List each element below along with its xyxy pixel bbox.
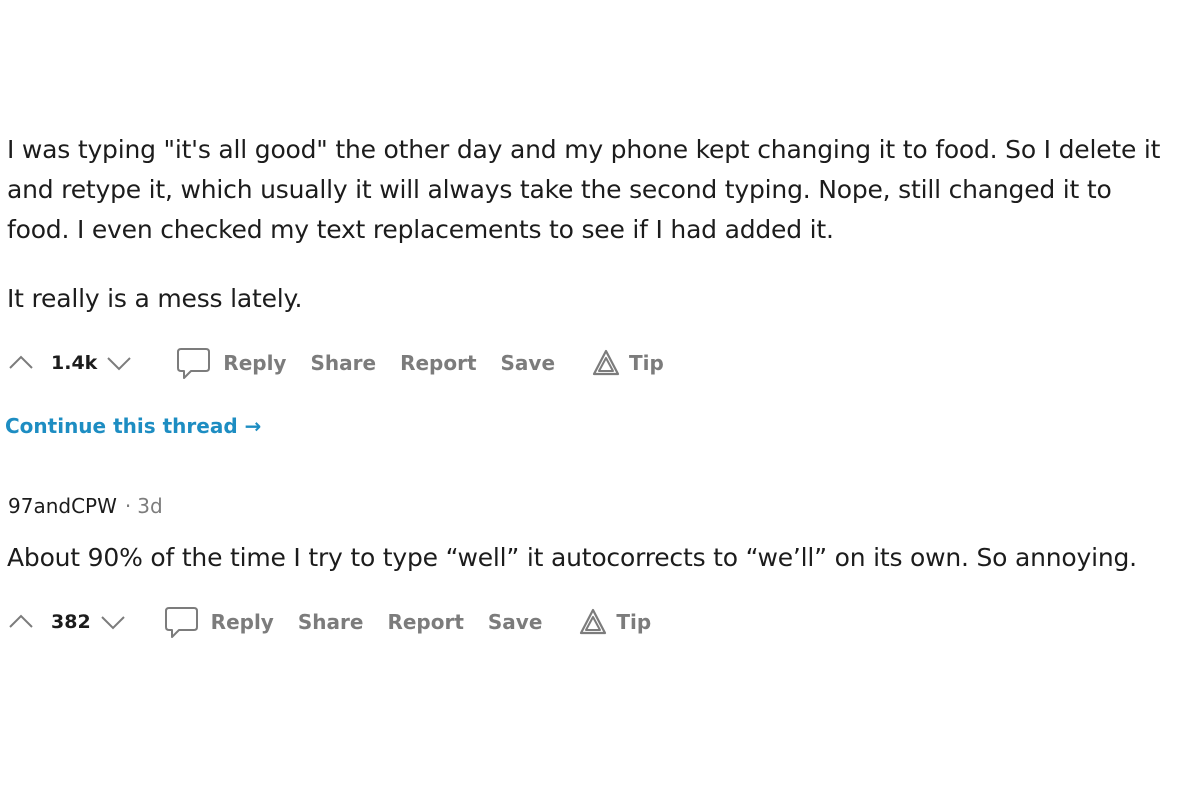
comment-1-paragraph-1: I was typing "it's all good" the other d… [7, 130, 1160, 250]
downvote-icon[interactable] [99, 610, 133, 634]
comment-bubble-icon [175, 344, 213, 382]
continue-thread-link[interactable]: Continue this thread → [5, 414, 261, 438]
tip-button[interactable]: Tip [578, 607, 651, 637]
tip-triangle-icon [591, 348, 621, 378]
upvote-icon[interactable] [7, 351, 41, 375]
comment-author[interactable]: 97andCPW [8, 494, 117, 518]
comment-bubble-icon [163, 603, 201, 641]
share-button[interactable]: Share [310, 351, 376, 375]
vote-score: 1.4k [51, 352, 98, 374]
report-button[interactable]: Report [400, 351, 476, 375]
tip-label: Tip [616, 610, 652, 634]
comment-1-line-1: I was typing "it's all good" the other d… [7, 135, 1161, 164]
vote-score: 382 [51, 611, 91, 633]
report-button[interactable]: Report [387, 610, 463, 634]
comment-2-body: About 90% of the time I try to type “wel… [7, 538, 1137, 578]
save-button[interactable]: Save [501, 351, 556, 375]
reply-label: Reply [210, 610, 274, 634]
comment-1-action-bar: 1.4k Reply Share Report Save Tip [7, 343, 688, 383]
comment-2-meta: 97andCPW · 3d [8, 494, 163, 518]
comment-2-body-text: About 90% of the time I try to type “wel… [7, 543, 1137, 572]
comment-2-action-bar: 382 Reply Share Report Save Tip [7, 602, 675, 642]
share-button[interactable]: Share [298, 610, 364, 634]
save-button[interactable]: Save [488, 610, 543, 634]
tip-triangle-icon [578, 607, 608, 637]
vote-controls: 1.4k [7, 351, 139, 375]
reply-label: Reply [223, 351, 287, 375]
tip-label: Tip [629, 351, 664, 375]
meta-separator: · [124, 494, 132, 518]
reply-button[interactable]: Reply [163, 603, 274, 641]
comment-1-line-3: food. I even checked my text replacement… [7, 215, 834, 244]
upvote-icon[interactable] [7, 610, 41, 634]
downvote-icon[interactable] [105, 351, 139, 375]
reply-button[interactable]: Reply [175, 344, 286, 382]
comment-age[interactable]: 3d [137, 494, 162, 518]
comment-1-paragraph-2: It really is a mess lately. [7, 279, 302, 319]
tip-button[interactable]: Tip [591, 348, 664, 378]
comment-1-paragraph-2-text: It really is a mess lately. [7, 284, 303, 313]
comment-1-line-2: and retype it, which usually it will alw… [7, 175, 1112, 204]
vote-controls: 382 [7, 610, 133, 634]
